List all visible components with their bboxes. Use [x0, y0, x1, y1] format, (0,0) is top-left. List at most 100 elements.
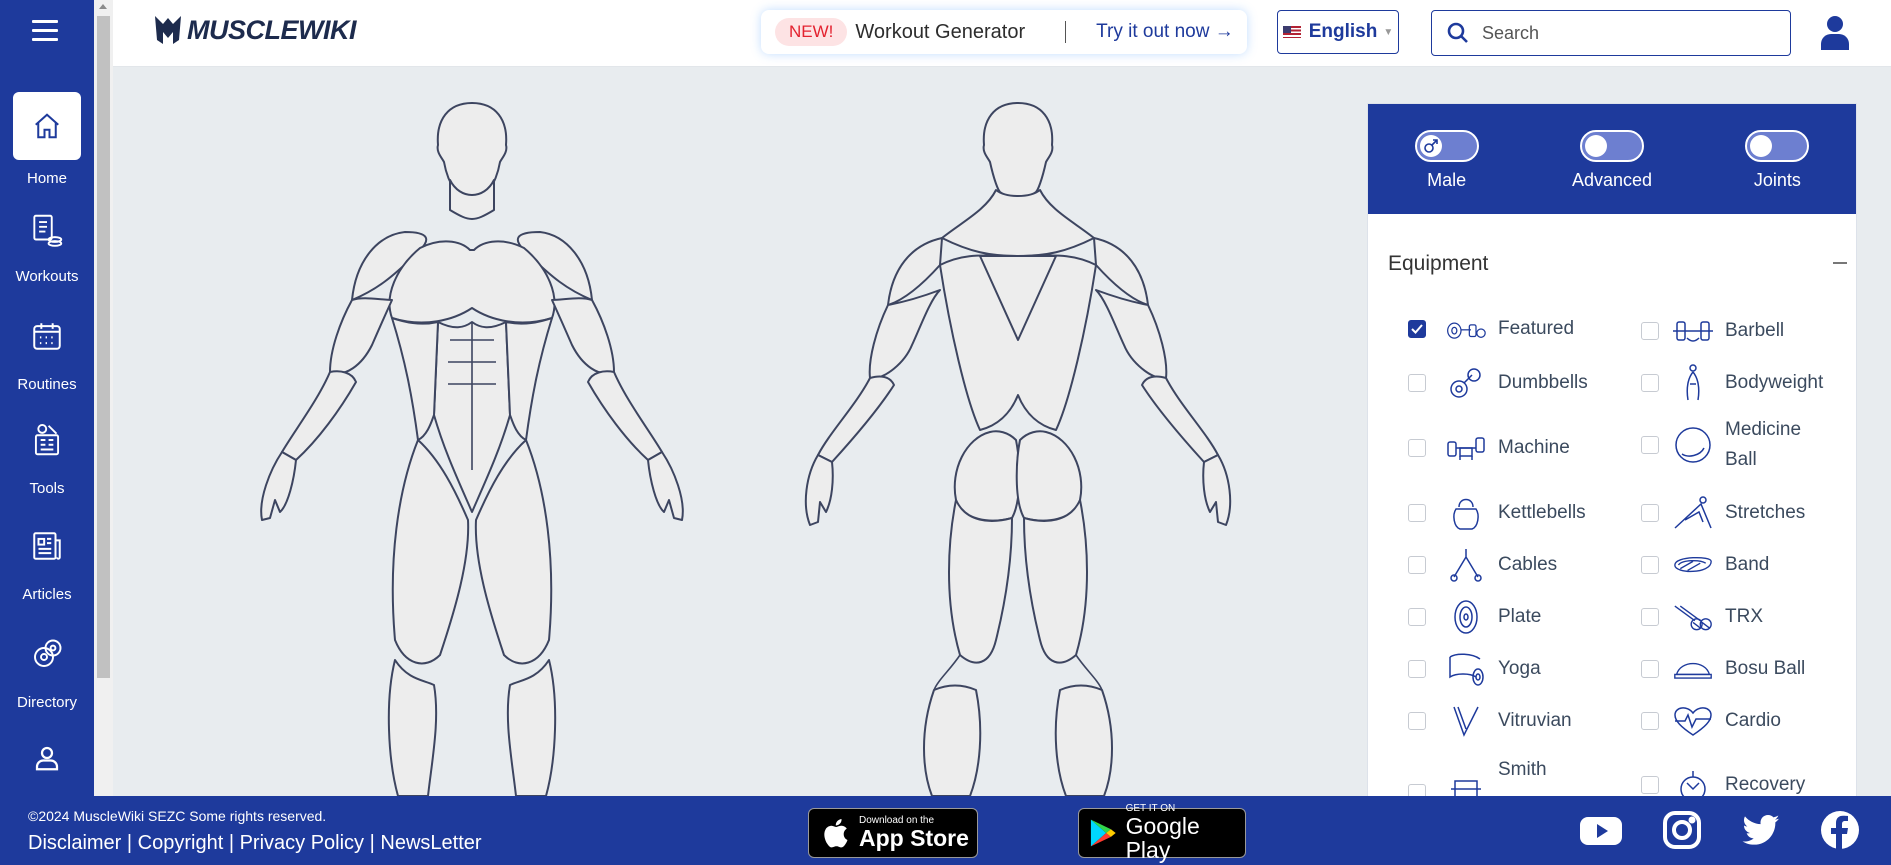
musclewiki-logo[interactable]: MUSCLEWIKI	[153, 14, 356, 46]
back-right-tricep[interactable]	[1095, 289, 1168, 380]
front-right-calf[interactable]	[506, 659, 557, 797]
back-left-glute[interactable]	[953, 430, 1021, 522]
sidebar-item-routines[interactable]: Routines	[0, 306, 94, 393]
advanced-switch[interactable]	[1580, 130, 1644, 162]
footer-link-copyright[interactable]: Copyright	[138, 832, 224, 854]
language-selector[interactable]: English ▼	[1277, 10, 1399, 54]
bosu-ball-checkbox[interactable]	[1641, 660, 1659, 678]
front-obliques-right[interactable]	[505, 317, 553, 441]
equipment-band[interactable]: Band	[1641, 545, 1769, 585]
twitter-icon[interactable]	[1740, 810, 1782, 855]
sidebar: Home Workouts Routines Tools Articles Di…	[0, 0, 94, 796]
sidebar-item-articles[interactable]: Articles	[0, 516, 94, 603]
google-play-button[interactable]: GET IT ON Google Play	[1078, 804, 1246, 862]
search-input[interactable]	[1480, 21, 1764, 45]
yoga-checkbox[interactable]	[1408, 660, 1426, 678]
equipment-trx[interactable]: TRX	[1641, 597, 1763, 637]
joints-toggle[interactable]: Joints	[1745, 130, 1810, 191]
back-right-glute[interactable]	[1015, 430, 1083, 522]
scrollbar-thumb[interactable]	[97, 16, 110, 678]
trx-checkbox[interactable]	[1641, 608, 1659, 626]
equipment-featured[interactable]: Featured	[1408, 309, 1574, 349]
equipment-bosu-ball[interactable]: Bosu Ball	[1641, 649, 1805, 689]
back-left-tricep[interactable]	[868, 289, 941, 380]
vitruvian-checkbox[interactable]	[1408, 712, 1426, 730]
sidebar-item-home[interactable]: Home	[0, 92, 94, 187]
back-right-hamstring[interactable]	[1023, 499, 1088, 664]
featured-checkbox[interactable]	[1408, 320, 1426, 338]
instagram-icon[interactable]	[1662, 810, 1702, 855]
try-it-link[interactable]: Try it out now →	[1096, 21, 1234, 43]
back-trapezius[interactable]	[941, 189, 1095, 257]
back-left-calf[interactable]	[923, 684, 982, 797]
youtube-icon[interactable]	[1580, 810, 1622, 855]
back-right-forearm[interactable]	[1141, 375, 1219, 463]
front-chest[interactable]	[388, 240, 556, 324]
front-right-forearm[interactable]	[587, 370, 663, 461]
sidebar-item-tools[interactable]: Tools	[0, 410, 94, 497]
app-store-big-text: App Store	[859, 825, 969, 851]
medicine-ball-checkbox[interactable]	[1641, 436, 1659, 454]
equipment-machine[interactable]: Machine	[1408, 428, 1570, 468]
back-left-hand[interactable]	[804, 454, 834, 526]
hamburger-menu-icon[interactable]	[32, 20, 58, 42]
facebook-icon[interactable]	[1820, 810, 1860, 855]
band-checkbox[interactable]	[1641, 556, 1659, 574]
equipment-plate[interactable]: Plate	[1408, 597, 1541, 637]
user-account-icon[interactable]	[1819, 14, 1851, 55]
back-right-calf[interactable]	[1054, 684, 1113, 797]
kettlebells-checkbox[interactable]	[1408, 504, 1426, 522]
footer-link-disclaimer[interactable]: Disclaimer	[28, 832, 121, 854]
stretches-checkbox[interactable]	[1641, 504, 1659, 522]
front-left-calf[interactable]	[387, 659, 438, 797]
sidebar-item-profile[interactable]	[0, 738, 94, 778]
equipment-smith[interactable]: Smith	[1408, 751, 1547, 797]
equipment-kettlebells[interactable]: Kettlebells	[1408, 493, 1586, 533]
front-right-bicep[interactable]	[551, 297, 615, 375]
app-store-button[interactable]: Download on the App Store	[808, 808, 978, 858]
footer-link-newsletter[interactable]: NewsLetter	[380, 832, 481, 854]
promo-text: Workout Generator	[855, 20, 1026, 43]
cardio-checkbox[interactable]	[1641, 712, 1659, 730]
front-head[interactable]	[436, 102, 508, 206]
equipment-yoga[interactable]: Yoga	[1408, 649, 1541, 689]
front-left-hand[interactable]	[260, 451, 297, 521]
sidebar-item-directory[interactable]: Directory	[0, 624, 94, 711]
front-obliques-left[interactable]	[391, 317, 439, 441]
male-switch[interactable]	[1414, 130, 1479, 162]
front-left-bicep[interactable]	[329, 297, 393, 375]
sidebar-item-workouts[interactable]: Workouts	[0, 200, 94, 285]
equipment-cardio[interactable]: Cardio	[1641, 701, 1781, 741]
recovery-checkbox[interactable]	[1641, 776, 1659, 794]
search-box[interactable]	[1431, 10, 1791, 56]
equipment-barbell[interactable]: Barbell	[1641, 311, 1784, 351]
footer-link-privacy[interactable]: Privacy Policy	[240, 832, 364, 854]
barbell-checkbox[interactable]	[1641, 322, 1659, 340]
machine-checkbox[interactable]	[1408, 439, 1426, 457]
front-left-forearm[interactable]	[281, 370, 357, 461]
cables-checkbox[interactable]	[1408, 556, 1426, 574]
new-badge: NEW!	[775, 18, 848, 46]
collapse-minus-icon[interactable]	[1833, 262, 1847, 264]
scroll-up-arrow-icon[interactable]	[99, 4, 107, 9]
workout-generator-promo[interactable]: NEW! Workout Generator Try it out now →	[761, 10, 1247, 54]
equipment-stretches[interactable]: Stretches	[1641, 493, 1805, 533]
equipment-medicine-ball[interactable]: Medicine Ball	[1641, 415, 1815, 475]
equipment-cables[interactable]: Cables	[1408, 545, 1557, 585]
back-left-hamstring[interactable]	[948, 499, 1013, 664]
advanced-toggle[interactable]: Advanced	[1572, 130, 1652, 191]
equipment-vitruvian[interactable]: Vitruvian	[1408, 701, 1572, 741]
equipment-bodyweight[interactable]: Bodyweight	[1641, 363, 1823, 403]
bodyweight-checkbox[interactable]	[1641, 374, 1659, 392]
equipment-recovery[interactable]: Recovery	[1641, 765, 1805, 797]
joints-switch[interactable]	[1745, 130, 1810, 162]
back-head[interactable]	[982, 102, 1054, 199]
male-toggle[interactable]: Male	[1414, 130, 1479, 191]
equipment-dumbbells[interactable]: Dumbbells	[1408, 363, 1588, 403]
back-right-hand[interactable]	[1202, 454, 1232, 526]
heart-pulse-icon	[1673, 701, 1713, 741]
front-right-hand[interactable]	[647, 451, 684, 521]
dumbbells-checkbox[interactable]	[1408, 374, 1426, 392]
back-left-forearm[interactable]	[817, 375, 895, 463]
plate-checkbox[interactable]	[1408, 608, 1426, 626]
